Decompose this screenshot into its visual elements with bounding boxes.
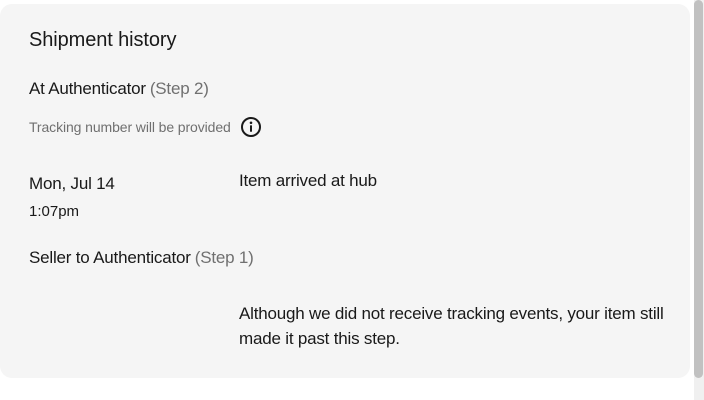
event-description: Item arrived at hub <box>239 171 377 190</box>
step-label: At Authenticator <box>29 79 146 98</box>
step-number: (Step 2) <box>149 79 209 98</box>
step-label: Seller to Authenticator <box>29 248 191 267</box>
info-circle-icon[interactable] <box>240 116 262 138</box>
step-number: (Step 1) <box>194 248 254 267</box>
step-heading-at-authenticator: At Authenticator (Step 2) <box>29 79 209 99</box>
event-date: Mon, Jul 14 <box>29 174 115 193</box>
step-heading-seller-to-authenticator: Seller to Authenticator (Step 1) <box>29 248 254 268</box>
shipment-history-card: Shipment history At Authenticator (Step 2… <box>0 4 690 378</box>
scrollbar-thumb[interactable] <box>694 0 703 378</box>
step-description: Although we did not receive tracking eve… <box>239 304 664 348</box>
section-title: Shipment history <box>29 29 177 51</box>
tracking-note-row: Tracking number will be provided <box>29 116 262 138</box>
scrollbar-track[interactable] <box>694 0 704 400</box>
event-time: 1:07pm <box>29 203 80 220</box>
page: Shipment history At Authenticator (Step 2… <box>0 0 704 400</box>
tracking-note: Tracking number will be provided <box>29 119 231 135</box>
